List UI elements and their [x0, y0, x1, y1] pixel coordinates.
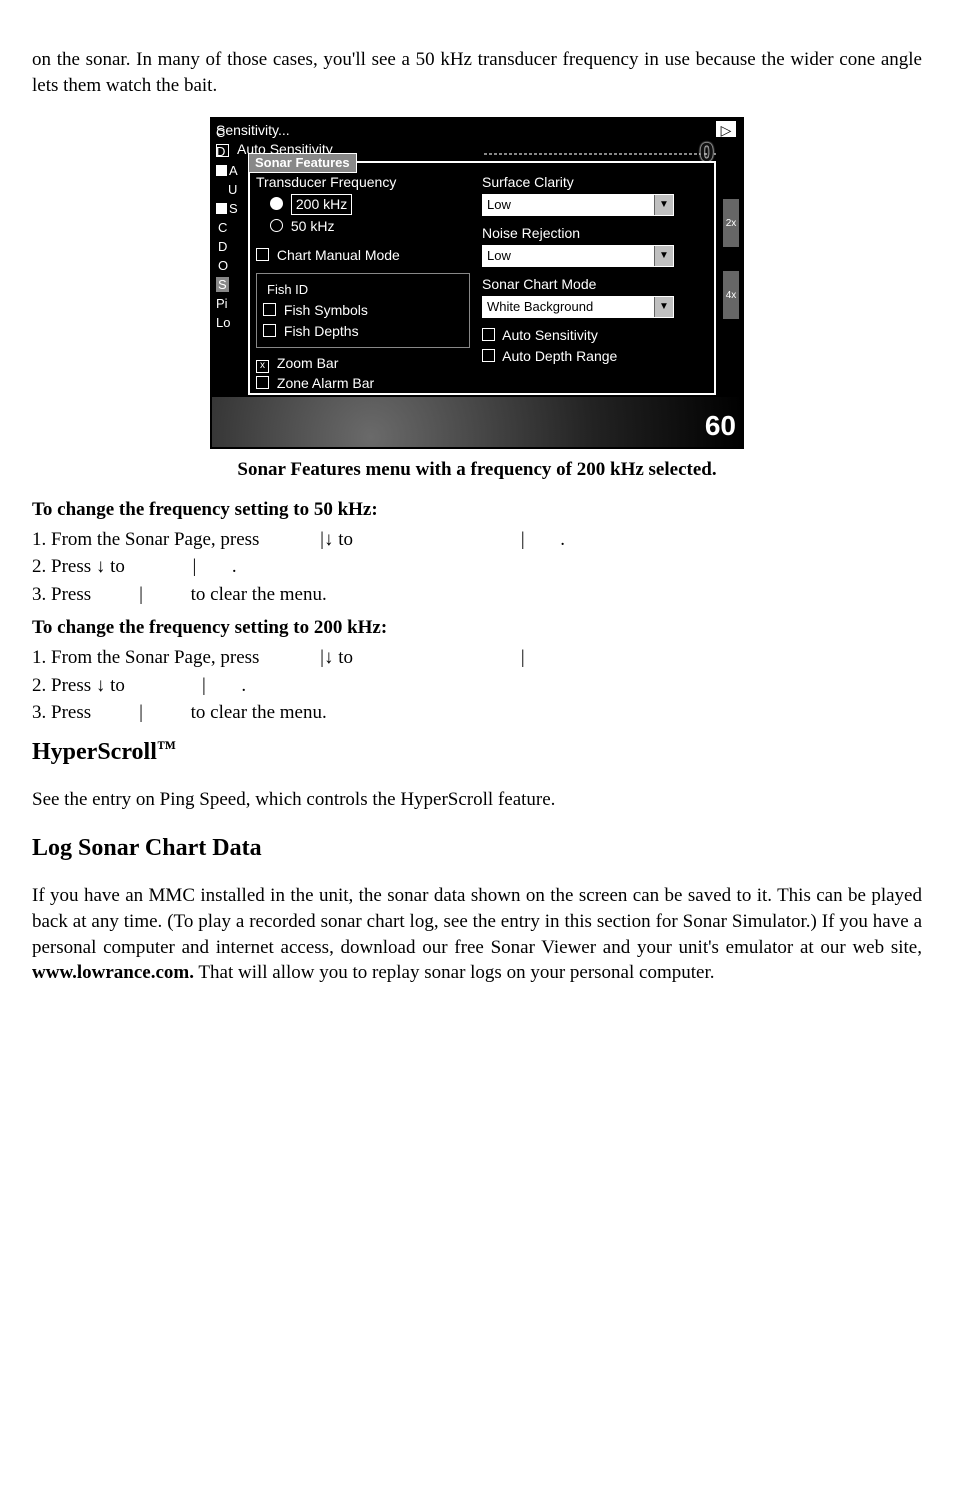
surface-clarity-dropdown[interactable]: Low ▼ — [482, 194, 674, 216]
fish-depths-checkbox[interactable] — [263, 324, 276, 337]
fish-symbols-label: Fish Symbols — [284, 302, 368, 318]
auto-depth-range-checkbox[interactable] — [482, 349, 495, 362]
screenshot-caption: Sonar Features menu with a frequency of … — [32, 457, 922, 483]
lowrance-url: www.lowrance.com. — [32, 962, 194, 983]
step-200-1: 1. From the Sonar Page, press MENU|↓ to … — [32, 645, 922, 671]
sonar-chart-mode-label: Sonar Chart Mode — [482, 275, 708, 294]
zoom-2x-icon: 2x — [723, 199, 739, 247]
transducer-freq-label: Transducer Frequency — [256, 173, 470, 192]
chart-manual-label: Chart Manual Mode — [277, 247, 400, 263]
zoom-scale: 2x 4x — [722, 199, 740, 319]
step-50-3: 3. Press EXIT|EXIT to clear the menu. — [32, 582, 922, 608]
sonar-features-dialog: Sensitivity... Auto Sensitivity ▷ 0 C D … — [210, 117, 744, 449]
sonar-chart-mode-dropdown[interactable]: White Background ▼ — [482, 296, 674, 318]
radio-200khz-label: 200 kHz — [291, 194, 352, 215]
scroll-arrow-icon: ▷ — [716, 121, 736, 137]
hyperscroll-body: See the entry on Ping Speed, which contr… — [32, 787, 922, 813]
heading-50khz: To change the frequency setting to 50 kH… — [32, 497, 922, 523]
step-50-2: 2. Press ↓ to 50 KHZ|ENT. — [32, 554, 922, 580]
background-menu-left: C D A U S C D O S Pi Lo — [216, 123, 244, 403]
log-sonar-body: If you have an MMC installed in the unit… — [32, 883, 922, 986]
heading-200khz: To change the frequency setting to 200 k… — [32, 615, 922, 641]
chevron-down-icon: ▼ — [654, 195, 673, 215]
noise-rejection-dropdown[interactable]: Low ▼ — [482, 245, 674, 267]
chevron-down-icon: ▼ — [654, 297, 673, 317]
heading-log-sonar: Log Sonar Chart Data — [32, 832, 922, 864]
radio-50khz[interactable] — [270, 219, 283, 232]
noise-rejection-value: Low — [483, 246, 654, 266]
step-50-1: 1. From the Sonar Page, press MENU|↓ to … — [32, 527, 922, 553]
auto-sensitivity-checkbox[interactable] — [482, 328, 495, 341]
intro-paragraph: on the sonar. In many of those cases, yo… — [32, 47, 922, 98]
sonar-chart-mode-value: White Background — [483, 297, 654, 317]
bg-sensitivity-item: Sensitivity... — [216, 121, 710, 140]
fish-symbols-checkbox[interactable] — [263, 303, 276, 316]
screenshot-container: Sensitivity... Auto Sensitivity ▷ 0 C D … — [32, 117, 922, 449]
step-200-2: 2. Press ↓ to 200 KHZ|ENT. — [32, 673, 922, 699]
zoom-bar-label: Zoom Bar — [277, 355, 338, 371]
noise-rejection-label: Noise Rejection — [482, 224, 708, 243]
depth-reading: 60 — [705, 407, 736, 445]
sonar-bottom-return — [212, 397, 742, 447]
zone-alarm-label: Zone Alarm Bar — [277, 375, 374, 391]
dialog-title: Sonar Features — [248, 153, 357, 173]
trademark-icon: ™ — [157, 738, 176, 759]
zoom-bar-checkbox[interactable]: x — [256, 360, 269, 373]
chart-manual-checkbox[interactable] — [256, 248, 269, 261]
radio-200khz[interactable] — [270, 197, 283, 210]
fish-id-legend: Fish ID — [263, 281, 312, 299]
chevron-down-icon: ▼ — [654, 246, 673, 266]
heading-hyperscroll: HyperScroll™ — [32, 736, 922, 768]
auto-depth-range-label: Auto Depth Range — [502, 348, 617, 364]
zoom-4x-icon: 4x — [723, 271, 739, 319]
step-200-3: 3. Press EXIT|EXIT to clear the menu. — [32, 700, 922, 726]
fish-id-group: Fish ID Fish Symbols Fish Depths — [256, 273, 470, 348]
zone-alarm-checkbox[interactable] — [256, 376, 269, 389]
sonar-features-panel: Sonar Features Transducer Frequency 200 … — [248, 161, 716, 395]
radio-50khz-label: 50 kHz — [291, 218, 335, 234]
surface-clarity-label: Surface Clarity — [482, 173, 708, 192]
auto-sensitivity-label: Auto Sensitivity — [502, 327, 598, 343]
surface-clarity-value: Low — [483, 195, 654, 215]
fish-depths-label: Fish Depths — [284, 323, 359, 339]
sonar-surface-line — [484, 153, 716, 155]
